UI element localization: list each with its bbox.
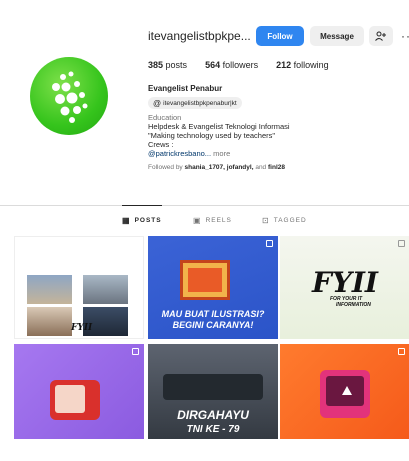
- post-thumbnail[interactable]: FYII FOR YOUR IT INFORMATION: [280, 236, 409, 339]
- post-thumbnail[interactable]: MAU BUAT ILUSTRASI? BEGINI CARANYA!: [148, 236, 278, 339]
- post-photo: [27, 307, 72, 336]
- bio-mention-link[interactable]: @patrickresbano...: [148, 149, 211, 158]
- retro-tv-illustration: [50, 380, 100, 420]
- followers-stat[interactable]: 564 followers: [205, 60, 258, 70]
- message-button[interactable]: Message: [310, 26, 364, 46]
- tab-tagged[interactable]: ⊡ TAGGED: [262, 216, 307, 225]
- bio-line: @patrickresbano... more: [148, 149, 388, 158]
- reels-icon: ▣: [193, 216, 202, 225]
- threads-icon: @: [153, 98, 162, 108]
- post-thumbnail[interactable]: [280, 344, 409, 439]
- post-title: MAU BUAT ILUSTRASI?: [161, 309, 265, 319]
- profile-actions: itevangelistbpkpe... Follow Message ···: [148, 26, 409, 46]
- add-user-icon: [375, 31, 386, 41]
- following-stat[interactable]: 212 following: [276, 60, 329, 70]
- avatar[interactable]: [30, 57, 108, 135]
- post-photo: [27, 275, 72, 304]
- tab-reels[interactable]: ▣ REELS: [193, 216, 232, 225]
- add-user-button[interactable]: [369, 26, 393, 46]
- post-thumbnail[interactable]: [14, 344, 144, 439]
- post-thumbnail[interactable]: FYII: [14, 236, 144, 339]
- picture-frame: [180, 260, 230, 300]
- threads-handle: itevangelistbpkpenabur|kt: [163, 99, 237, 107]
- fyi-title: FYII: [311, 266, 379, 299]
- profile-header: itevangelistbpkpe... Follow Message ··· …: [0, 0, 409, 200]
- threads-link[interactable]: @ itevangelistbpkpenabur|kt: [148, 97, 242, 109]
- post-subtitle: TNI KE - 79: [186, 424, 240, 435]
- profile-stats: 385 posts 564 followers 212 following: [148, 60, 347, 70]
- bio-line: Helpdesk & Evangelist Teknologi Informas…: [148, 122, 290, 131]
- bio-line: "Making technology used by teachers": [148, 131, 276, 140]
- posts-stat: 385 posts: [148, 60, 188, 70]
- fyi-subtitle: INFORMATION: [336, 302, 371, 308]
- fyi-logo: FYII: [71, 323, 93, 333]
- more-horizontal-icon[interactable]: ···: [401, 29, 409, 43]
- profile-category: Education: [148, 113, 182, 122]
- tab-posts[interactable]: ▦ POSTS: [122, 205, 162, 225]
- profile-username: itevangelistbpkpe...: [148, 29, 251, 43]
- tank-illustration: [163, 374, 263, 400]
- grid-icon: ▦: [122, 216, 131, 225]
- post-title: DIRGAHAYU: [177, 408, 249, 422]
- follow-button[interactable]: Follow: [256, 26, 304, 46]
- post-thumbnail[interactable]: DIRGAHAYU TNI KE - 79: [148, 344, 278, 439]
- bio-more-link[interactable]: more: [213, 149, 230, 158]
- profile-tabs: ▦ POSTS ▣ REELS ⊡ TAGGED: [0, 205, 409, 235]
- carousel-icon: [266, 240, 273, 247]
- followed-by[interactable]: Followed by shania_1707, jofandyl, and f…: [148, 163, 388, 172]
- display-name: Evangelist Penabur: [148, 84, 223, 93]
- bio-line: Crews :: [148, 140, 174, 149]
- carousel-icon: [398, 348, 405, 355]
- warning-icon: [342, 386, 352, 395]
- carousel-icon: [398, 240, 405, 247]
- post-subtitle: BEGINI CARANYA!: [172, 320, 254, 330]
- tagged-icon: ⊡: [262, 216, 270, 225]
- carousel-icon: [132, 348, 139, 355]
- monitor-illustration: [320, 370, 370, 418]
- avatar-logo-icon: [52, 71, 88, 123]
- post-photo: [83, 275, 128, 304]
- profile-bio: Evangelist Penabur @ itevangelistbpkpena…: [148, 84, 388, 172]
